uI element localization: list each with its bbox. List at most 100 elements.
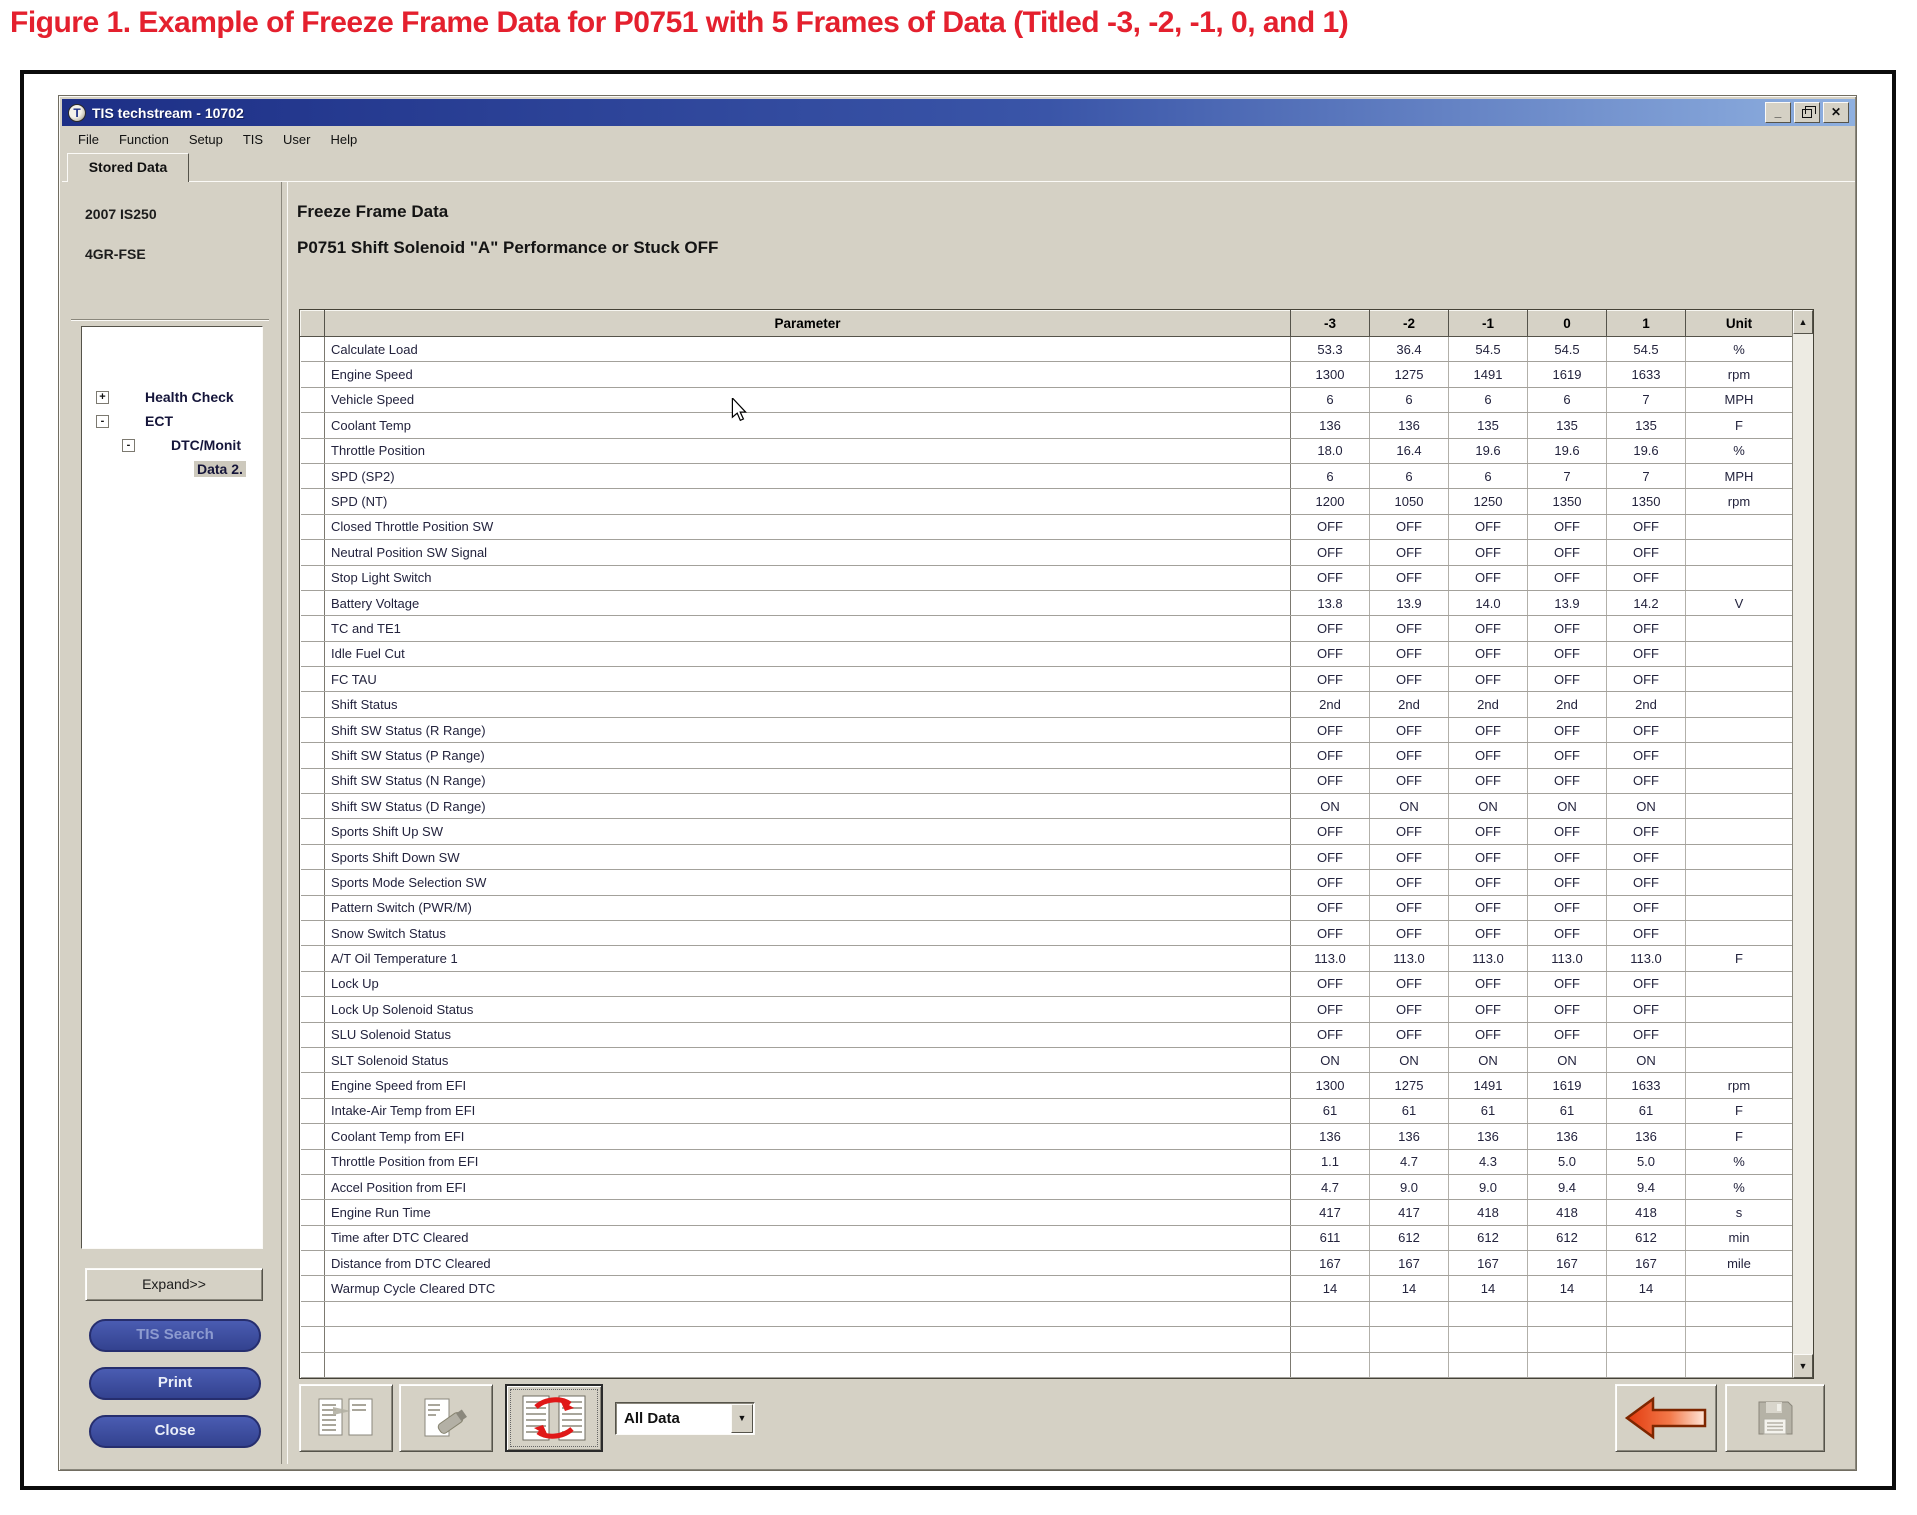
table-row[interactable]: Sports Mode Selection SWOFFOFFOFFOFFOFF bbox=[301, 870, 1793, 895]
value-cell: ON bbox=[1370, 1047, 1449, 1072]
table-row[interactable]: SLT Solenoid StatusONONONONON bbox=[301, 1047, 1793, 1072]
table-row[interactable]: SPD (NT)12001050125013501350rpm bbox=[301, 489, 1793, 514]
table-row[interactable]: Distance from DTC Cleared167167167167167… bbox=[301, 1251, 1793, 1276]
menu-item-setup[interactable]: Setup bbox=[179, 132, 233, 147]
menu-item-user[interactable]: User bbox=[273, 132, 320, 147]
table-row[interactable]: Throttle Position18.016.419.619.619.6% bbox=[301, 438, 1793, 463]
close-button[interactable]: ✕ bbox=[1823, 102, 1849, 123]
table-row[interactable]: A/T Oil Temperature 1113.0113.0113.0113.… bbox=[301, 946, 1793, 971]
value-cell: OFF bbox=[1291, 540, 1370, 565]
table-row[interactable]: Sports Shift Down SWOFFOFFOFFOFFOFF bbox=[301, 844, 1793, 869]
table-row[interactable]: TC and TE1OFFOFFOFFOFFOFF bbox=[301, 616, 1793, 641]
value-cell: OFF bbox=[1607, 540, 1686, 565]
table-row[interactable]: Pattern Switch (PWR/M)OFFOFFOFFOFFOFF bbox=[301, 895, 1793, 920]
back-button[interactable] bbox=[1615, 1384, 1717, 1452]
dropdown-arrow-icon[interactable]: ▼ bbox=[731, 1404, 753, 1433]
scroll-up-button[interactable]: ▲ bbox=[1793, 310, 1813, 334]
table-row[interactable]: Warmup Cycle Cleared DTC1414141414 bbox=[301, 1276, 1793, 1301]
app-icon: T bbox=[68, 104, 86, 122]
menu-item-file[interactable]: File bbox=[68, 132, 109, 147]
tis-search-button[interactable]: TIS Search bbox=[89, 1319, 261, 1352]
value-cell: 612 bbox=[1607, 1225, 1686, 1250]
value-cell: 14.0 bbox=[1449, 590, 1528, 615]
table-row[interactable]: Time after DTC Cleared611612612612612min bbox=[301, 1225, 1793, 1250]
sidebar-splitter[interactable] bbox=[281, 182, 288, 1464]
save-button[interactable] bbox=[1725, 1384, 1825, 1452]
value-cell: OFF bbox=[1528, 743, 1607, 768]
table-row[interactable]: Battery Voltage13.813.914.013.914.2V bbox=[301, 590, 1793, 615]
tree-collapse-icon[interactable]: - bbox=[122, 439, 135, 452]
unit-cell bbox=[1686, 794, 1793, 819]
value-cell: 14 bbox=[1528, 1276, 1607, 1301]
refresh-data-view-button[interactable] bbox=[505, 1384, 603, 1452]
value-cell: 2nd bbox=[1370, 692, 1449, 717]
value-cell: OFF bbox=[1449, 920, 1528, 945]
table-row-empty bbox=[301, 1301, 1793, 1326]
parameter-cell: Throttle Position bbox=[325, 438, 1291, 463]
minimize-button[interactable]: _ bbox=[1765, 102, 1791, 123]
table-row[interactable]: Snow Switch StatusOFFOFFOFFOFFOFF bbox=[301, 920, 1793, 945]
table-row[interactable]: Closed Throttle Position SWOFFOFFOFFOFFO… bbox=[301, 514, 1793, 539]
table-row[interactable]: Shift SW Status (N Range)OFFOFFOFFOFFOFF bbox=[301, 768, 1793, 793]
menubar: FileFunctionSetupTISUserHelp bbox=[62, 127, 1855, 151]
table-row[interactable]: Throttle Position from EFI1.14.74.35.05.… bbox=[301, 1149, 1793, 1174]
menu-item-function[interactable]: Function bbox=[109, 132, 179, 147]
tree-collapse-icon[interactable]: - bbox=[96, 415, 109, 428]
data-capture-button[interactable] bbox=[399, 1384, 493, 1452]
row-gutter-cell bbox=[301, 514, 325, 539]
value-cell bbox=[1291, 1352, 1370, 1377]
table-row[interactable]: SPD (SP2)66677MPH bbox=[301, 463, 1793, 488]
tree-item-data-2[interactable]: Data 2. bbox=[82, 457, 262, 481]
expand-button[interactable]: Expand>> bbox=[85, 1268, 263, 1301]
table-row[interactable]: Intake-Air Temp from EFI6161616161F bbox=[301, 1098, 1793, 1123]
table-row[interactable]: Engine Speed from EFI1300127514911619163… bbox=[301, 1073, 1793, 1098]
table-row[interactable]: Shift SW Status (R Range)OFFOFFOFFOFFOFF bbox=[301, 717, 1793, 742]
close-app-button[interactable]: Close bbox=[89, 1415, 261, 1448]
parameter-cell: Engine Run Time bbox=[325, 1200, 1291, 1225]
table-row[interactable]: Neutral Position SW SignalOFFOFFOFFOFFOF… bbox=[301, 540, 1793, 565]
table-row[interactable]: Engine Run Time417417418418418s bbox=[301, 1200, 1793, 1225]
tree-expand-icon[interactable]: + bbox=[96, 391, 109, 404]
table-row[interactable]: Lock UpOFFOFFOFFOFFOFF bbox=[301, 971, 1793, 996]
data-filter-dropdown[interactable]: All Data ▼ bbox=[615, 1402, 755, 1435]
table-row[interactable]: Sports Shift Up SWOFFOFFOFFOFFOFF bbox=[301, 819, 1793, 844]
table-row[interactable]: Accel Position from EFI4.79.09.09.49.4% bbox=[301, 1174, 1793, 1199]
print-button[interactable]: Print bbox=[89, 1367, 261, 1400]
table-row[interactable]: Lock Up Solenoid StatusOFFOFFOFFOFFOFF bbox=[301, 997, 1793, 1022]
value-cell: 1275 bbox=[1370, 1073, 1449, 1098]
value-cell: 418 bbox=[1607, 1200, 1686, 1225]
table-scrollbar[interactable]: ▲ ▼ bbox=[1792, 310, 1813, 1378]
value-cell: 9.0 bbox=[1449, 1174, 1528, 1199]
compare-data-button[interactable] bbox=[299, 1384, 393, 1452]
table-row[interactable]: Calculate Load53.336.454.554.554.5% bbox=[301, 337, 1793, 362]
table-row[interactable]: Shift Status2nd2nd2nd2nd2nd bbox=[301, 692, 1793, 717]
menu-item-help[interactable]: Help bbox=[321, 132, 368, 147]
scroll-down-button[interactable]: ▼ bbox=[1793, 1354, 1813, 1378]
table-row[interactable]: Stop Light SwitchOFFOFFOFFOFFOFF bbox=[301, 565, 1793, 590]
value-cell: ON bbox=[1528, 794, 1607, 819]
tab-stored-data[interactable]: Stored Data bbox=[67, 153, 189, 182]
value-cell: 5.0 bbox=[1607, 1149, 1686, 1174]
table-row[interactable]: Shift SW Status (P Range)OFFOFFOFFOFFOFF bbox=[301, 743, 1793, 768]
value-cell: OFF bbox=[1607, 514, 1686, 539]
table-row[interactable]: Engine Speed13001275149116191633rpm bbox=[301, 362, 1793, 387]
tree-item-ect[interactable]: -ECT bbox=[82, 409, 262, 433]
table-row[interactable]: Vehicle Speed66667MPH bbox=[301, 387, 1793, 412]
tree-item-health-check[interactable]: +Health Check bbox=[82, 385, 262, 409]
table-row[interactable]: Shift SW Status (D Range)ONONONONON bbox=[301, 794, 1793, 819]
tree-item-dtc-monit[interactable]: -DTC/Monit bbox=[82, 433, 262, 457]
value-cell: 135 bbox=[1449, 413, 1528, 438]
restore-button[interactable] bbox=[1794, 102, 1820, 123]
table-row[interactable]: Coolant Temp136136135135135F bbox=[301, 413, 1793, 438]
row-gutter-cell bbox=[301, 489, 325, 514]
table-row[interactable]: FC TAUOFFOFFOFFOFFOFF bbox=[301, 667, 1793, 692]
column-header-2: -2 bbox=[1370, 311, 1449, 337]
table-row[interactable]: Coolant Temp from EFI136136136136136F bbox=[301, 1124, 1793, 1149]
table-row[interactable]: SLU Solenoid StatusOFFOFFOFFOFFOFF bbox=[301, 1022, 1793, 1047]
value-cell: 54.5 bbox=[1607, 337, 1686, 362]
table-row[interactable]: Idle Fuel CutOFFOFFOFFOFFOFF bbox=[301, 641, 1793, 666]
value-cell bbox=[1291, 1327, 1370, 1352]
menu-item-tis[interactable]: TIS bbox=[233, 132, 273, 147]
column-header-parameter: Parameter bbox=[325, 311, 1291, 337]
value-cell: OFF bbox=[1528, 870, 1607, 895]
